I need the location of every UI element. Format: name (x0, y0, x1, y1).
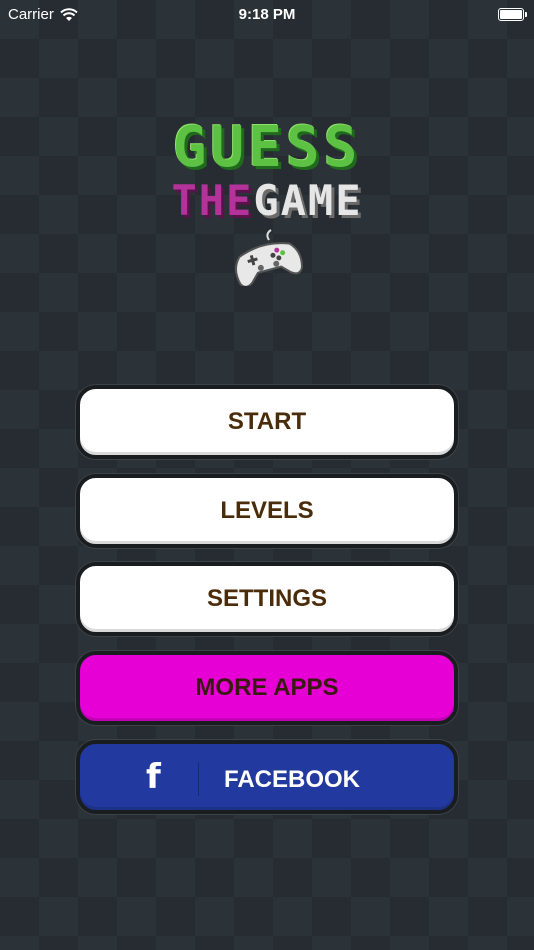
levels-button[interactable]: LEVELS (76, 474, 458, 548)
facebook-label: FACEBOOK (224, 766, 361, 793)
start-button[interactable]: START (76, 385, 458, 459)
more-apps-label: MORE APPS (195, 674, 339, 701)
settings-label: SETTINGS (206, 585, 327, 612)
more-apps-button[interactable]: MORE APPS (76, 651, 458, 725)
facebook-button[interactable]: f FACEBOOK (76, 740, 458, 814)
battery-icon (498, 8, 527, 21)
facebook-icon: f (146, 757, 161, 797)
status-bar: Carrier 9:18 PM (0, 0, 534, 30)
facebook-divider (198, 762, 199, 796)
logo-game: GAME (253, 176, 363, 225)
gamepad-icon (234, 229, 303, 286)
levels-label: LEVELS (220, 497, 314, 524)
start-label: START (227, 408, 307, 435)
clock: 9:18 PM (238, 6, 296, 23)
app-logo: GUESS THEGAME (0, 118, 534, 298)
settings-button[interactable]: SETTINGS (76, 562, 458, 636)
logo-the-game: THEGAME (0, 178, 534, 224)
logo-guess: GUESS (172, 115, 362, 180)
logo-the: THE (171, 176, 254, 225)
